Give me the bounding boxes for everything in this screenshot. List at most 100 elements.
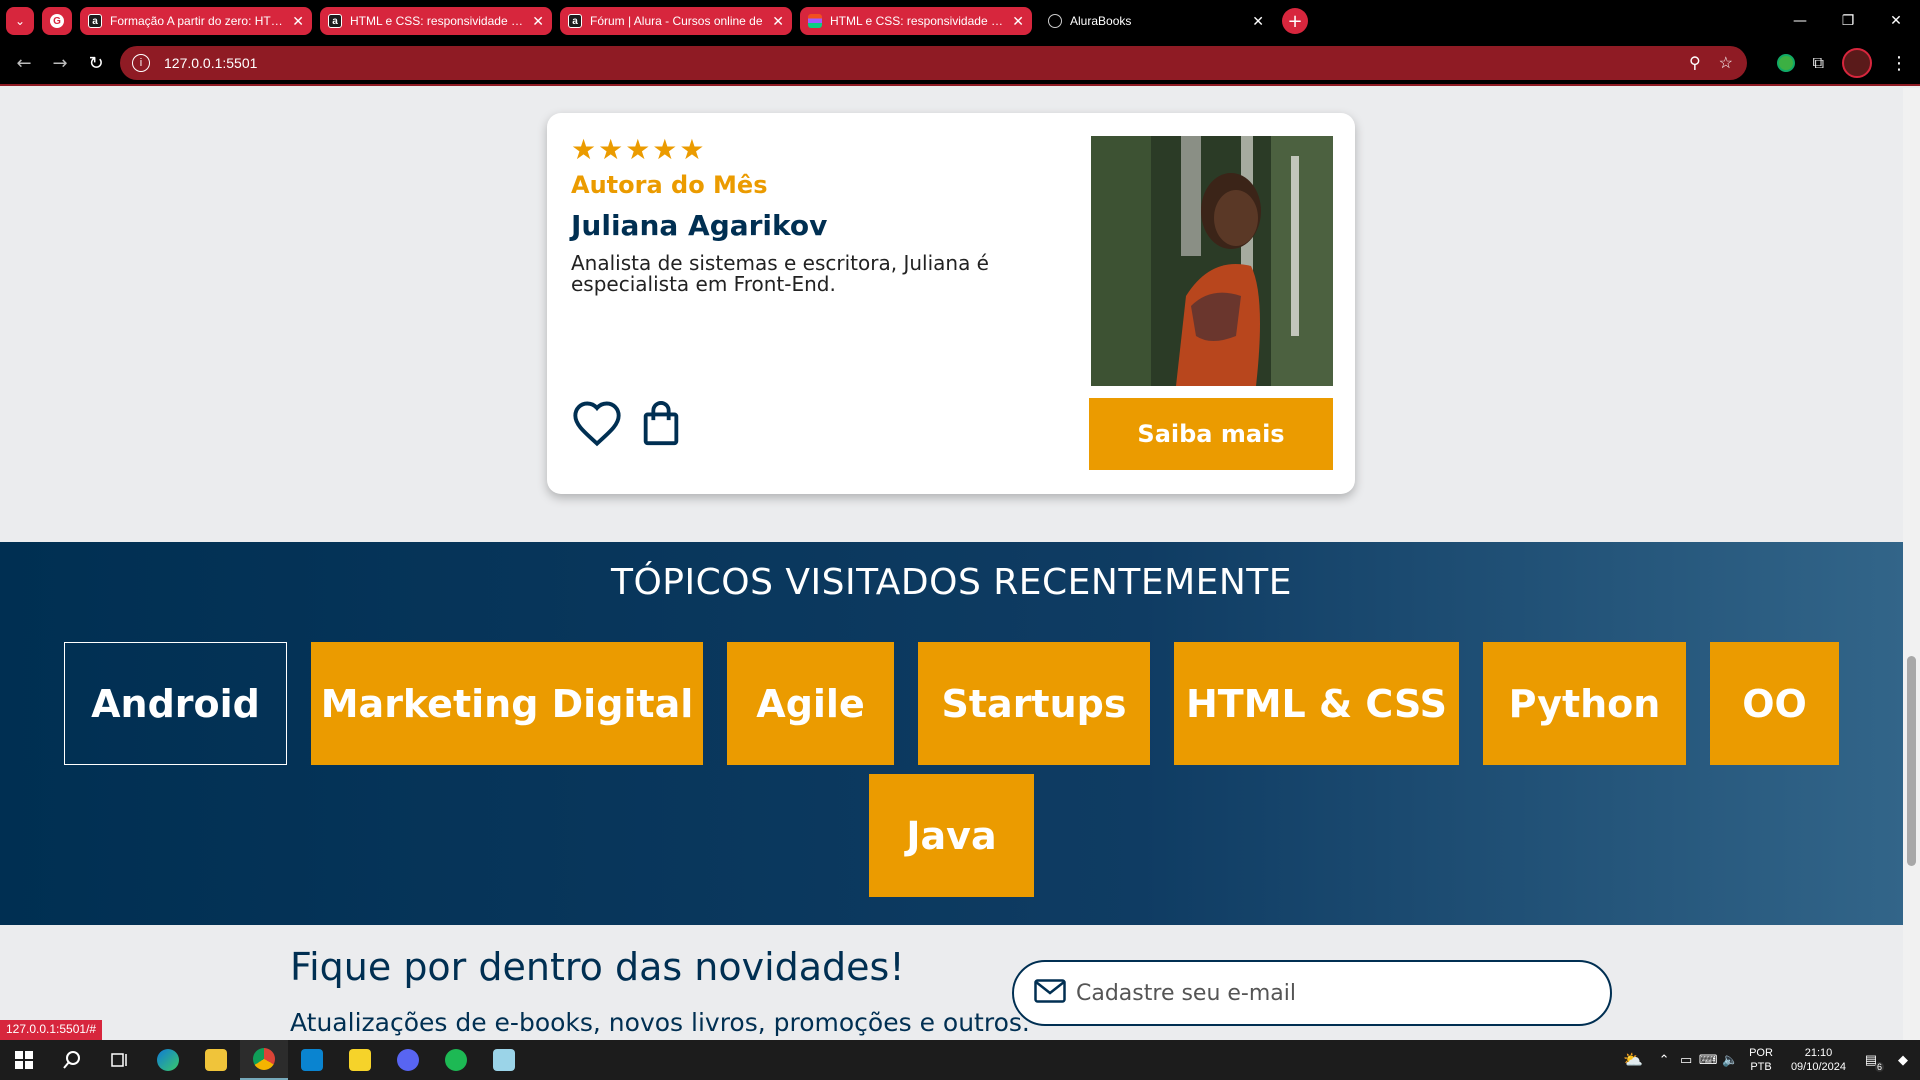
notification-icon[interactable]: ▤ 6 — [1856, 1052, 1886, 1072]
notepad-icon[interactable] — [480, 1040, 528, 1080]
topic-chip-agile[interactable]: Agile — [727, 642, 894, 765]
arrow-left-icon: ← — [16, 52, 32, 74]
close-icon[interactable]: ✕ — [532, 14, 544, 28]
tab-title: Fórum | Alura - Cursos online de — [590, 14, 763, 28]
topic-chip-html-css[interactable]: HTML & CSS — [1174, 642, 1459, 765]
address-bar[interactable]: i 127.0.0.1:5501 ⚲ ☆ — [120, 46, 1747, 80]
author-card: ★★★★★ Autora do Mês Juliana Agarikov Ana… — [547, 113, 1355, 494]
windows-start-icon[interactable] — [0, 1040, 48, 1080]
chevron-up-icon[interactable]: ⌃ — [1653, 1052, 1675, 1068]
menu-dots-icon[interactable]: ⋮ — [1890, 53, 1908, 74]
newsletter-section: Fique por dentro das novidades! Atualiza… — [0, 925, 1903, 1040]
plus-icon: + — [1287, 10, 1303, 32]
reload-button[interactable]: ↻ — [78, 45, 114, 81]
restore-icon[interactable]: ❐ — [1824, 0, 1872, 42]
profile-avatar[interactable] — [1842, 48, 1872, 78]
page-viewport: ★★★★★ Autora do Mês Juliana Agarikov Ana… — [0, 88, 1903, 1040]
extension-icon[interactable] — [1776, 54, 1795, 72]
search-icon[interactable] — [48, 1040, 96, 1080]
recent-topics-section: TÓPICOS VISITADOS RECENTEMENTE Android M… — [0, 542, 1903, 925]
file-explorer-icon[interactable] — [192, 1040, 240, 1080]
tab-title: HTML e CSS: responsividade com — [830, 14, 1007, 28]
topic-chip-android[interactable]: Android — [64, 642, 287, 765]
clock-date: 09/10/2024 — [1790, 1061, 1846, 1073]
tab-5-active[interactable]: AluraBooks ✕ — [1040, 7, 1272, 35]
vscode-icon[interactable] — [288, 1040, 336, 1080]
spotify-icon[interactable] — [432, 1040, 480, 1080]
display-icon[interactable]: ▭ — [1675, 1052, 1697, 1068]
topic-chip-startups[interactable]: Startups — [918, 642, 1150, 765]
topic-chip-python[interactable]: Python — [1483, 642, 1686, 765]
topic-chip-java[interactable]: Java — [869, 774, 1034, 897]
pinned-tab-google[interactable]: G — [42, 7, 72, 35]
heart-icon[interactable] — [571, 399, 623, 451]
tab-1[interactable]: a Formação A partir do zero: HTML ✕ — [80, 7, 312, 35]
zoom-icon[interactable]: ⚲ — [1689, 53, 1701, 73]
extensions-area: ⧉ ⋮ — [1776, 48, 1908, 78]
url-text: 127.0.0.1:5501 — [164, 55, 258, 71]
page-scrollbar[interactable] — [1903, 88, 1920, 1040]
reload-icon: ↻ — [88, 52, 104, 74]
puzzle-icon[interactable]: ⧉ — [1813, 53, 1824, 73]
close-icon[interactable]: ✕ — [292, 14, 304, 28]
bookmark-star-icon[interactable]: ☆ — [1719, 53, 1733, 73]
email-input[interactable] — [1076, 980, 1556, 1006]
copilot-icon[interactable]: ◆ — [1886, 1052, 1920, 1068]
saiba-mais-button[interactable]: Saiba mais — [1089, 398, 1333, 470]
weather-icon[interactable]: ⛅ — [1613, 1050, 1653, 1070]
email-field-wrapper — [1012, 960, 1612, 1026]
mail-icon — [1034, 979, 1066, 1007]
tab-title: Formação A partir do zero: HTML — [110, 14, 287, 28]
edge-icon[interactable] — [144, 1040, 192, 1080]
discord-icon[interactable] — [384, 1040, 432, 1080]
arrow-right-icon: → — [52, 52, 68, 74]
sticky-notes-icon[interactable] — [336, 1040, 384, 1080]
author-description: Analista de sistemas e escritora, Julian… — [571, 251, 989, 296]
topic-chip-marketing-digital[interactable]: Marketing Digital — [311, 642, 703, 765]
author-name: Juliana Agarikov — [571, 209, 828, 242]
task-view-icon[interactable] — [96, 1040, 144, 1080]
close-window-icon[interactable]: ✕ — [1872, 0, 1920, 42]
clock-time: 21:10 — [1804, 1047, 1833, 1059]
windows-taskbar: ⛅ ⌃ ▭ ⌨ 🔈 POR PTB 21:10 09/10/2024 ▤ 6 ◆ — [0, 1040, 1920, 1080]
figma-icon — [808, 14, 822, 28]
window-controls: — ❐ ✕ — [1776, 0, 1920, 42]
tab-3[interactable]: a Fórum | Alura - Cursos online de ✕ — [560, 7, 792, 35]
card-actions — [571, 399, 681, 451]
link-status-url: 127.0.0.1:5501/# — [0, 1020, 103, 1040]
author-card-label: Autora do Mês — [571, 171, 768, 199]
browser-tab-bar: ⌄ G a Formação A partir do zero: HTML ✕ … — [0, 0, 1920, 42]
browser-toolbar: ← → ↻ i 127.0.0.1:5501 ⚲ ☆ ⧉ ⋮ — [0, 42, 1920, 86]
new-tab-button[interactable]: + — [1282, 8, 1308, 34]
chrome-icon[interactable] — [240, 1040, 288, 1080]
clock[interactable]: 21:10 09/10/2024 — [1791, 1046, 1846, 1074]
globe-icon — [1048, 14, 1062, 28]
minimize-icon[interactable]: — — [1776, 0, 1824, 42]
topic-chip-oo[interactable]: OO — [1710, 642, 1839, 765]
scrollbar-thumb[interactable] — [1907, 656, 1916, 866]
close-icon[interactable]: ✕ — [1012, 14, 1024, 28]
omnibox-actions: ⚲ ☆ — [1689, 53, 1733, 73]
tab-title: HTML e CSS: responsividade com — [350, 14, 527, 28]
close-icon[interactable]: ✕ — [1252, 14, 1264, 28]
notification-count: 6 — [1874, 1062, 1884, 1072]
shopping-bag-icon[interactable] — [641, 401, 681, 451]
language-indicator[interactable]: POR PTB — [1749, 1046, 1773, 1074]
alura-icon: a — [568, 14, 582, 28]
close-icon[interactable]: ✕ — [772, 14, 784, 28]
site-info-icon[interactable]: i — [132, 54, 150, 72]
rating-stars: ★★★★★ — [571, 133, 707, 166]
back-button[interactable]: ← — [6, 45, 42, 81]
network-icon[interactable]: ⌨ — [1697, 1052, 1719, 1068]
tab-4[interactable]: HTML e CSS: responsividade com ✕ — [800, 7, 1032, 35]
author-photo — [1091, 136, 1333, 386]
language-code: POR — [1749, 1047, 1773, 1059]
forward-button[interactable]: → — [42, 45, 78, 81]
newsletter-subtitle: Atualizações de e-books, novos livros, p… — [290, 1008, 1030, 1037]
keyboard-layout: PTB — [1750, 1061, 1772, 1073]
tab-2[interactable]: a HTML e CSS: responsividade com ✕ — [320, 7, 552, 35]
newsletter-title: Fique por dentro das novidades! — [290, 945, 905, 989]
alura-icon: a — [88, 14, 102, 28]
volume-icon[interactable]: 🔈 — [1719, 1052, 1741, 1068]
tab-search-button[interactable]: ⌄ — [6, 7, 34, 35]
